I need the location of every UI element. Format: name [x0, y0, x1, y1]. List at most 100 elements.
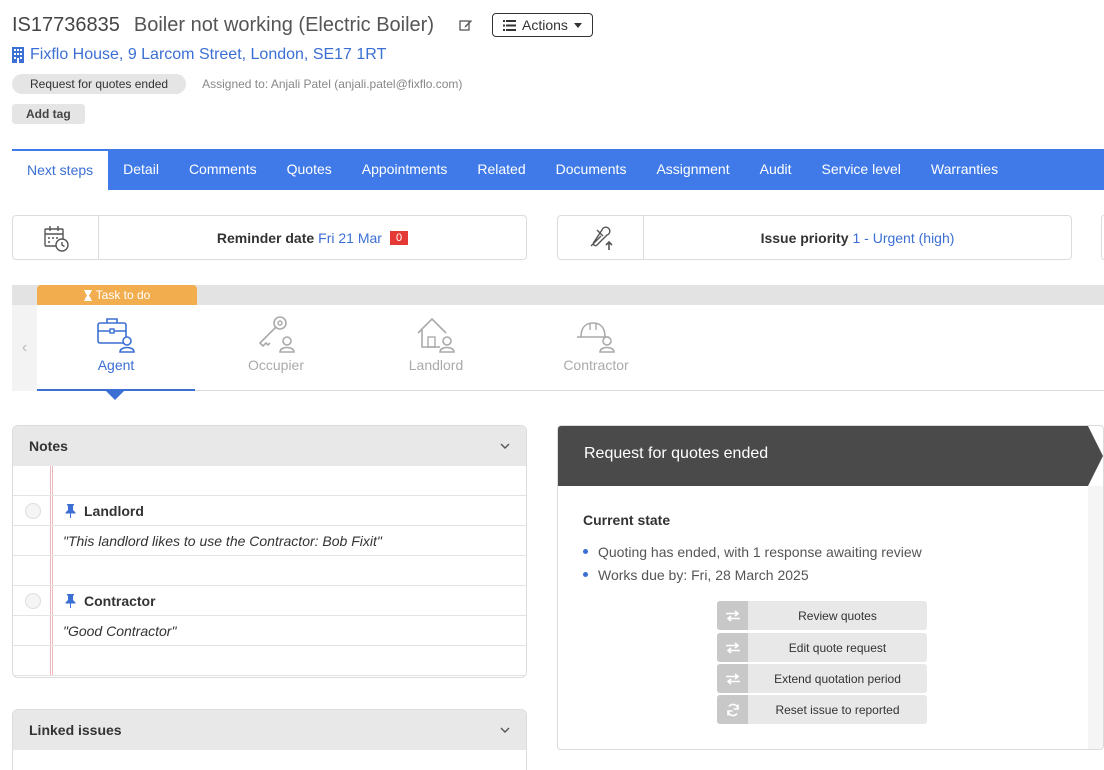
house-person-icon	[417, 317, 455, 353]
review-quotes-label: Review quotes	[798, 608, 877, 623]
state-title: Request for quotes ended	[584, 445, 769, 462]
status-row: Request for quotes ended Assigned to: An…	[12, 74, 1092, 94]
tab-documents[interactable]: Documents	[541, 149, 642, 190]
priority-card[interactable]: Issue priority 1 - Urgent (high)	[557, 215, 1072, 260]
note-line	[13, 466, 526, 496]
list-icon	[503, 19, 516, 31]
note-item: Contractor	[13, 586, 526, 616]
note-select-radio[interactable]	[25, 502, 41, 519]
caret-down-icon	[573, 22, 582, 28]
active-role-indicator	[106, 391, 124, 400]
state-bullet: Works due by: Fri, 28 March 2025	[583, 563, 922, 586]
assigned-to: Assigned to: Anjali Patel (anjali.patel@…	[202, 77, 463, 91]
note-select-radio[interactable]	[25, 592, 41, 609]
linked-issues-panel: Linked issues	[12, 709, 527, 770]
chevron-down-icon[interactable]	[500, 727, 510, 733]
note-heading: Contractor	[65, 593, 156, 609]
tab-related[interactable]: Related	[462, 149, 540, 190]
note-heading-text: Contractor	[84, 592, 156, 609]
tab-appointments[interactable]: Appointments	[347, 149, 463, 190]
title-row: IS17736835 Boiler not working (Electric …	[12, 10, 1092, 40]
role-contractor[interactable]: Contractor	[517, 315, 675, 391]
priority-content: Issue priority 1 - Urgent (high)	[644, 216, 1071, 259]
note-text: "This landlord likes to use the Contract…	[63, 532, 382, 549]
status-badge: Request for quotes ended	[12, 74, 187, 94]
role-landlord-label: Landlord	[408, 357, 464, 373]
swap-arrows-icon	[717, 633, 748, 662]
issue-id: IS17736835	[12, 13, 120, 36]
reset-issue-button[interactable]: Reset issue to reported	[717, 695, 927, 724]
edit-quote-request-button[interactable]: Edit quote request	[717, 633, 927, 662]
swap-arrows-icon	[717, 664, 748, 693]
extend-quotation-period-button[interactable]: Extend quotation period	[717, 664, 927, 693]
notes-panel: Notes Landlord "This landlord likes to u…	[12, 425, 527, 678]
refresh-icon	[717, 695, 748, 724]
reminder-count-badge: 0	[389, 230, 409, 245]
priority-label: Issue priority	[760, 229, 849, 246]
note-line: "This landlord likes to use the Contract…	[13, 526, 526, 556]
tab-bar: Next steps Detail Comments Quotes Appoin…	[12, 149, 1104, 190]
tab-assignment[interactable]: Assignment	[641, 149, 744, 190]
review-quotes-button[interactable]: Review quotes	[717, 601, 927, 630]
edit-quote-request-label: Edit quote request	[788, 640, 887, 655]
state-bullet: Quoting has ended, with 1 response await…	[583, 540, 922, 563]
property-address-link[interactable]: Fixflo House, 9 Larcom Street, London, S…	[30, 46, 386, 64]
pin-icon	[65, 593, 76, 608]
tab-detail[interactable]: Detail	[108, 149, 174, 190]
notes-body: Landlord "This landlord likes to use the…	[13, 466, 526, 676]
note-heading: Landlord	[65, 503, 144, 519]
current-state-panel: Request for quotes ended Current state Q…	[557, 425, 1104, 750]
chevron-down-icon[interactable]	[500, 443, 510, 449]
tab-service-level[interactable]: Service level	[807, 149, 916, 190]
note-item: Landlord	[13, 496, 526, 526]
task-label-text: Task to do	[95, 288, 151, 302]
swap-arrows-icon	[717, 601, 748, 630]
hardhat-person-icon	[577, 322, 615, 353]
chevron-left-icon[interactable]: ‹	[12, 305, 37, 391]
reminder-date[interactable]: Fri 21 Mar	[318, 230, 382, 246]
extend-quotation-period-label: Extend quotation period	[774, 671, 901, 686]
note-line: "Good Contractor"	[13, 616, 526, 646]
role-occupier-label: Occupier	[247, 357, 305, 373]
state-subtitle: Current state	[583, 512, 671, 528]
linked-issues-title: Linked issues	[29, 722, 122, 738]
role-agent[interactable]: Agent	[37, 315, 195, 391]
role-occupier[interactable]: Occupier	[197, 315, 355, 391]
building-icon	[12, 47, 24, 63]
tab-audit[interactable]: Audit	[745, 149, 807, 190]
note-line	[13, 646, 526, 676]
edit-icon[interactable]	[458, 17, 474, 33]
state-scroll-gutter	[1088, 486, 1103, 749]
issue-title: Boiler not working (Electric Boiler)	[133, 13, 434, 36]
key-person-icon	[258, 316, 295, 353]
role-contractor-label: Contractor	[563, 357, 629, 373]
notes-title: Notes	[29, 438, 68, 454]
address-row: Fixflo House, 9 Larcom Street, London, S…	[12, 44, 1092, 66]
reset-issue-label: Reset issue to reported	[775, 702, 900, 717]
note-line	[13, 556, 526, 586]
issue-header: IS17736835 Boiler not working (Electric …	[12, 10, 1092, 124]
tab-warranties[interactable]: Warranties	[916, 149, 1013, 190]
add-tag-button[interactable]: Add tag	[12, 104, 85, 124]
note-text: "Good Contractor"	[63, 622, 177, 639]
wrench-arrow-icon	[558, 216, 644, 259]
hourglass-icon	[83, 289, 92, 301]
reminder-card[interactable]: Reminder date Fri 21 Mar 0	[12, 215, 527, 260]
linked-issues-header[interactable]: Linked issues	[13, 710, 526, 750]
actions-label: Actions	[522, 17, 568, 33]
briefcase-person-icon	[97, 318, 135, 353]
role-landlord[interactable]: Landlord	[357, 315, 515, 391]
task-to-do-label: Task to do	[37, 285, 197, 305]
state-bullets: Quoting has ended, with 1 response await…	[583, 540, 922, 586]
note-heading-text: Landlord	[84, 502, 144, 519]
calendar-clock-icon	[13, 216, 99, 259]
pin-icon	[65, 503, 76, 518]
priority-value[interactable]: 1 - Urgent (high)	[852, 230, 954, 246]
workflow-roles: ‹ Agent Occupier Landlord Contractor	[12, 305, 1104, 391]
tab-next-steps[interactable]: Next steps	[12, 151, 109, 190]
actions-button[interactable]: Actions	[492, 13, 593, 37]
notes-header[interactable]: Notes	[13, 426, 526, 466]
role-agent-label: Agent	[97, 357, 135, 373]
tab-comments[interactable]: Comments	[174, 149, 272, 190]
tab-quotes[interactable]: Quotes	[272, 149, 347, 190]
